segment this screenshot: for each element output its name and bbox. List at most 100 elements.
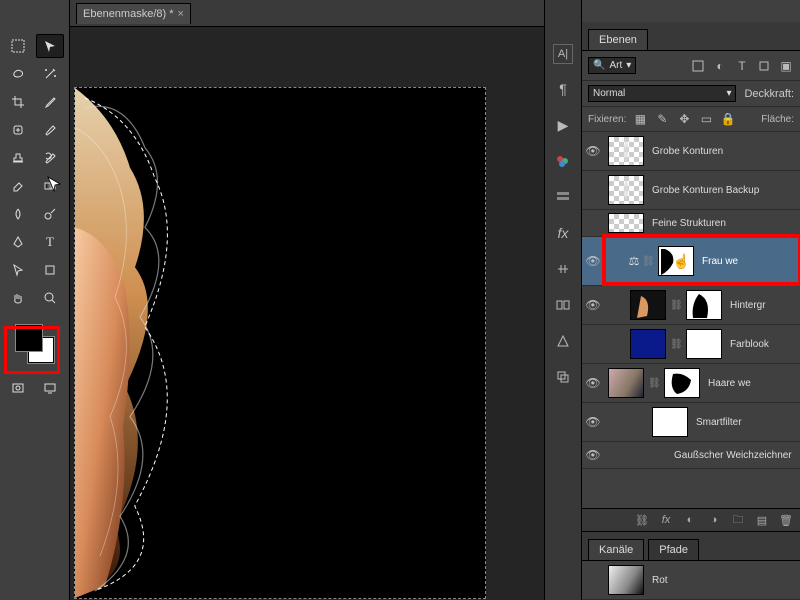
layer-row[interactable]: 👁 ⛓ Haare we [582, 364, 800, 403]
link-layers-icon[interactable]: ⛓ [634, 512, 650, 528]
layer-name[interactable]: Grobe Konturen [648, 146, 800, 157]
layer-row[interactable]: Grobe Konturen Backup [582, 171, 800, 210]
lock-pixels-icon[interactable]: ▦ [632, 111, 648, 127]
adjustment-layer-icon[interactable]: ◑ [706, 512, 722, 528]
channel-row[interactable]: Rot [582, 561, 800, 600]
trash-icon[interactable]: 🗑 [778, 512, 794, 528]
lock-all-icon[interactable]: 🔒 [720, 111, 736, 127]
layer-thumb[interactable] [608, 213, 644, 233]
lasso-tool[interactable] [4, 62, 32, 86]
hand-tool[interactable] [4, 286, 32, 310]
paragraph-panel-icon[interactable]: ¶ [552, 78, 574, 100]
layer-row[interactable]: 👁 Smartfilter [582, 403, 800, 442]
crop-tool[interactable] [4, 90, 32, 114]
magic-wand-tool[interactable] [36, 62, 64, 86]
visibility-toggle[interactable]: 👁 [582, 376, 604, 390]
eraser-tool[interactable] [4, 174, 32, 198]
layer-thumb[interactable] [608, 175, 644, 205]
layer-name[interactable]: Hintergr [726, 300, 800, 311]
healing-brush-tool[interactable] [4, 118, 32, 142]
layer-row[interactable]: 👁 Grobe Konturen [582, 132, 800, 171]
layer-mask-thumb[interactable] [664, 368, 700, 398]
mask-link-icon[interactable]: ⛓ [642, 256, 654, 267]
tab-paths[interactable]: Pfade [648, 539, 699, 560]
filter-shape-icon[interactable] [756, 58, 772, 74]
lock-move-icon[interactable]: ✥ [676, 111, 692, 127]
filter-mask-thumb[interactable] [652, 407, 688, 437]
play-panel-icon[interactable]: ▶ [552, 114, 574, 136]
mask-link-icon[interactable]: ⛓ [648, 378, 660, 389]
layer-name[interactable]: Frau we [698, 256, 800, 267]
filter-type-icon[interactable]: T [734, 58, 750, 74]
fx-panel-icon[interactable]: fx [552, 222, 574, 244]
layer-name[interactable]: Haare we [704, 378, 800, 389]
color-swatches[interactable] [13, 322, 57, 366]
layer-thumb[interactable] [630, 329, 666, 359]
quickmask-toggle[interactable] [4, 376, 32, 400]
type-tool[interactable]: T [36, 230, 64, 254]
layer-mask-thumb[interactable] [686, 329, 722, 359]
foreground-color-swatch[interactable] [15, 324, 43, 352]
gradient-tool[interactable] [36, 174, 64, 198]
zoom-tool[interactable] [36, 286, 64, 310]
clone-panel-icon[interactable] [552, 366, 574, 388]
group-icon[interactable]: 🗀 [730, 512, 746, 528]
layer-row[interactable]: 👁 ⛓ Hintergr [582, 286, 800, 325]
rect-marquee-tool[interactable] [4, 34, 32, 58]
filter-adjust-icon[interactable]: ◐ [712, 58, 728, 74]
layer-thumb[interactable] [608, 136, 644, 166]
smartfilter-row[interactable]: 👁 Gaußscher Weichzeichner [582, 442, 800, 469]
smartfilter-name[interactable]: Gaußscher Weichzeichner [670, 450, 800, 461]
stamp-tool[interactable] [4, 146, 32, 170]
libraries-panel-icon[interactable] [552, 294, 574, 316]
layer-mask-thumb[interactable] [686, 290, 722, 320]
layer-name[interactable]: Feine Strukturen [648, 218, 800, 229]
pen-tool[interactable] [4, 230, 32, 254]
visibility-toggle[interactable]: 👁 [582, 144, 604, 158]
shape-tool[interactable] [36, 258, 64, 282]
blur-tool[interactable] [4, 202, 32, 226]
dodge-tool[interactable] [36, 202, 64, 226]
visibility-toggle[interactable]: 👁 [582, 448, 604, 462]
lock-brush-icon[interactable]: ✎ [654, 111, 670, 127]
brush-tool[interactable] [36, 118, 64, 142]
adjustments-panel-icon[interactable] [552, 258, 574, 280]
filter-pixel-icon[interactable] [690, 58, 706, 74]
layer-row-selected[interactable]: 👁 ⚖ ⛓ ☝ Frau we [582, 237, 800, 286]
new-layer-icon[interactable]: ▤ [754, 512, 770, 528]
eyedropper-tool[interactable] [36, 90, 64, 114]
screenmode-toggle[interactable] [36, 376, 64, 400]
mask-link-icon[interactable]: ⛓ [670, 300, 682, 311]
channel-name[interactable]: Rot [648, 575, 800, 586]
layer-name[interactable]: Grobe Konturen Backup [648, 185, 800, 196]
tab-channels[interactable]: Kanäle [588, 539, 644, 560]
layer-row[interactable]: Feine Strukturen [582, 210, 800, 237]
close-icon[interactable]: × [178, 8, 184, 20]
mask-link-icon[interactable]: ⛓ [670, 339, 682, 350]
channel-thumb[interactable] [608, 565, 644, 595]
character-panel-icon[interactable]: A| [553, 44, 573, 64]
info-panel-icon[interactable] [552, 330, 574, 352]
layer-name[interactable]: Smartfilter [692, 417, 800, 428]
tab-layers[interactable]: Ebenen [588, 29, 648, 50]
styles-panel-icon[interactable] [552, 186, 574, 208]
document-tab[interactable]: Ebenenmaske/8) * × [76, 3, 191, 24]
history-brush-tool[interactable] [36, 146, 64, 170]
blend-mode-select[interactable]: Normal▾ [588, 85, 736, 102]
layer-name[interactable]: Farblook [726, 339, 800, 350]
visibility-toggle[interactable]: 👁 [582, 254, 604, 268]
lock-artboard-icon[interactable]: ▭ [698, 111, 714, 127]
visibility-toggle[interactable]: 👁 [582, 415, 604, 429]
layer-row[interactable]: ⛓ Farblook [582, 325, 800, 364]
swatches-panel-icon[interactable] [552, 150, 574, 172]
path-select-tool[interactable] [4, 258, 32, 282]
mask-icon[interactable]: ◐ [682, 512, 698, 528]
layer-filter-kind[interactable]: 🔍 Art ▾ [588, 57, 636, 74]
layer-thumb[interactable] [608, 368, 644, 398]
layer-thumb[interactable] [630, 290, 666, 320]
move-tool[interactable] [36, 34, 64, 58]
fx-icon[interactable]: fx [658, 512, 674, 528]
filter-smart-icon[interactable]: ▣ [778, 58, 794, 74]
visibility-toggle[interactable]: 👁 [582, 298, 604, 312]
layer-mask-thumb[interactable]: ☝ [658, 246, 694, 276]
